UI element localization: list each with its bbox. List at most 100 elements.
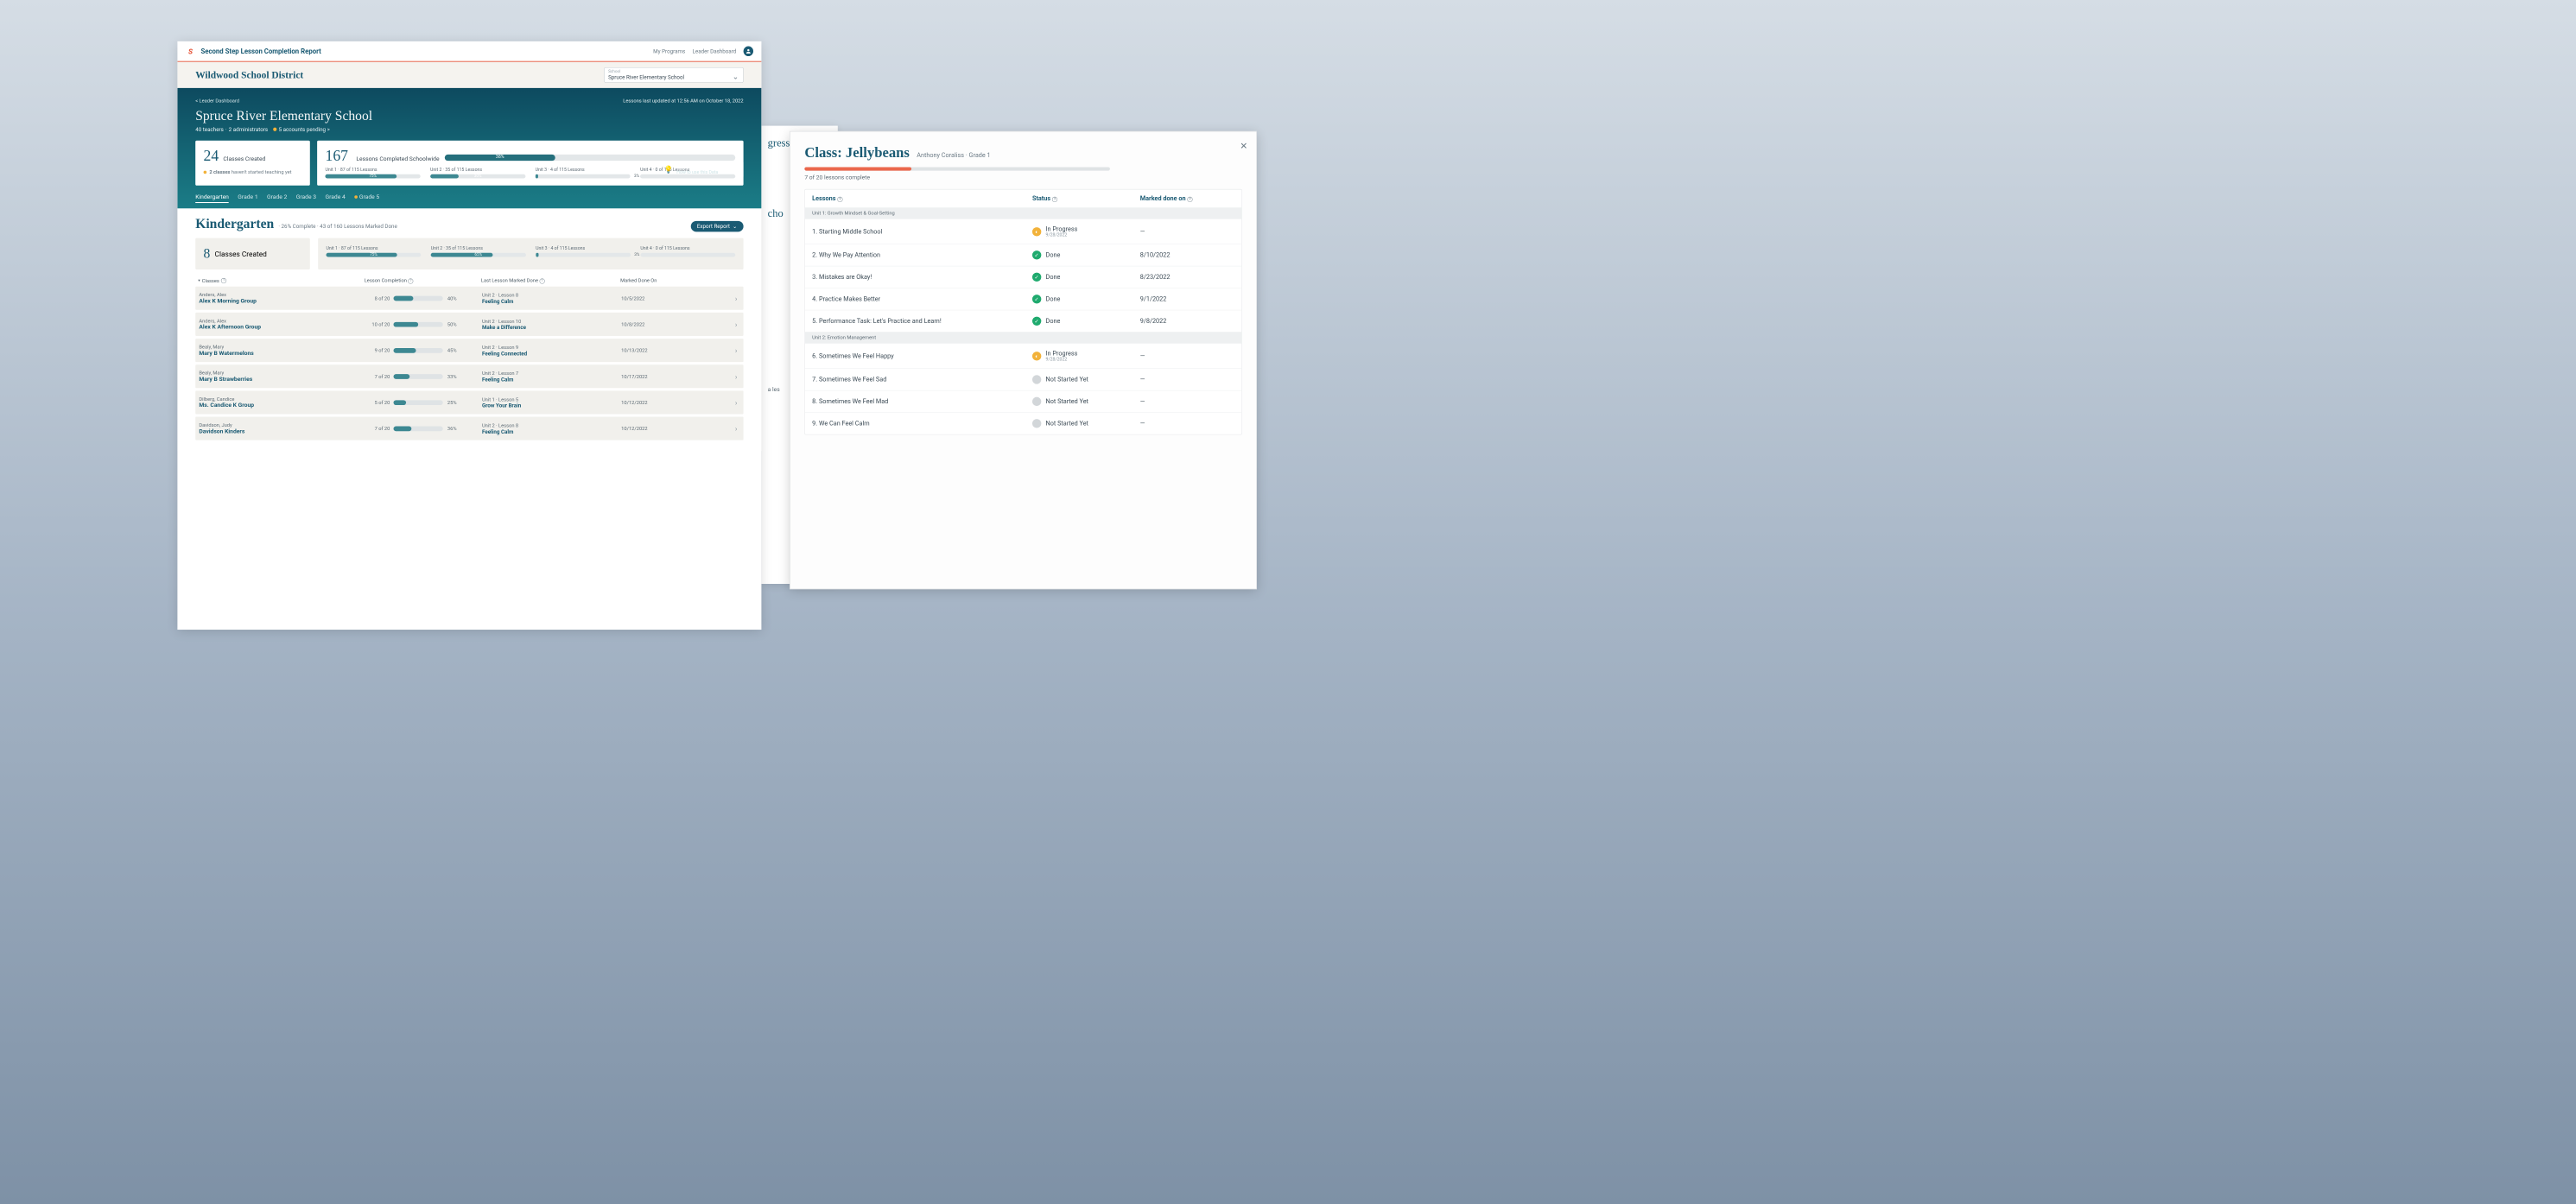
nav-my-programs[interactable]: My Programs [653,48,685,54]
last-lesson-meta: Unit 2 · Lesson 9 [482,345,621,351]
school-select-value: Spruce River Elementary School [608,74,739,80]
marked-done-date: 9/1/2022 [1140,295,1234,302]
unit-bar: 30% [430,174,525,179]
lightbulb-icon: 💡 [664,165,673,174]
lesson-row[interactable]: 8. Sometimes We Feel Mad Not Started Yet… [805,390,1241,412]
nav-leader-dashboard[interactable]: Leader Dashboard [693,48,737,54]
unit-bar: 65% [431,253,526,257]
class-detail-modal: ✕ Class: Jellybeans Anthony Coraliss · G… [790,131,1257,589]
info-icon[interactable]: ? [1052,197,1057,202]
pending-link[interactable]: 5 accounts pending > [279,126,330,132]
col-lessons: Lessons [812,195,835,202]
breadcrumb-back[interactable]: < Leader Dashboard [195,98,239,104]
lesson-row[interactable]: 3. Mistakes are Okay! ✓ Done 8/23/2022 [805,266,1241,288]
class-name: Alex K Afternoon Group [199,324,365,331]
status-icon: ◐ [1032,352,1041,360]
teacher-name: Anders, Alex [199,292,365,298]
table-row[interactable]: Anders, Alex Alex K Afternoon Group 10 o… [195,313,743,336]
user-avatar-icon[interactable] [744,47,753,56]
info-icon[interactable]: ? [1187,197,1192,202]
school-select[interactable]: School Spruce River Elementary School ⌄ [604,67,743,83]
table-row[interactable]: Davidson, Judy Davidson Kinders 7 of 20 … [195,417,743,440]
sort-caret-icon[interactable]: ▾ [198,278,200,282]
lesson-row[interactable]: 7. Sometimes We Feel Sad Not Started Yet… [805,368,1241,390]
class-name: Mary B Watermelons [199,350,365,357]
marked-date: 10/12/2022 [621,400,735,406]
table-row[interactable]: Bealy, Mary Mary B Watermelons 9 of 20 4… [195,339,743,362]
grade-meta: · 26% Complete · 43 of 160 Lessons Marke… [278,223,397,229]
unit-pct: 3% [634,174,639,178]
close-icon[interactable]: ✕ [1240,141,1247,151]
teacher-name: Bealy, Mary [199,370,365,376]
completion-of: 5 of 20 [365,400,390,406]
completion-pct: 40% [447,295,457,301]
info-icon[interactable]: ? [539,278,544,283]
col-last[interactable]: Last Lesson Marked Done [481,277,538,283]
teacher-name: Bealy, Mary [199,344,365,350]
completion-pct: 36% [447,426,457,432]
col-marked[interactable]: Marked Done On [620,277,657,283]
tab-grade-1[interactable]: Grade 1 [238,193,257,203]
chevron-down-icon: ⌄ [733,223,737,229]
col-classes[interactable]: Classes [202,278,219,284]
unit-title: Unit 1 · 87 of 115 Lessons [325,168,420,173]
class-name: Davidson Kinders [199,428,365,435]
lesson-name: 5. Performance Task: Let's Practice and … [812,318,1032,325]
updated-timestamp: Lessons last updated at 12:56 AM on Octo… [623,98,743,104]
last-lesson-title: Grow Your Brain [482,402,621,409]
table-row[interactable]: Dilberg, Candice Ms. Candice K Group 5 o… [195,390,743,414]
overall-pct: 38% [496,154,504,160]
status-date: 9/28/2022 [1046,232,1078,238]
status-label: Not Started Yet [1046,398,1088,405]
unit-bar: 3% [536,174,631,179]
status-label: In Progress [1046,350,1078,357]
table-row[interactable]: Bealy, Mary Mary B Strawberries 7 of 20 … [195,364,743,388]
lesson-row[interactable]: 6. Sometimes We Feel Happy ◐ In Progress… [805,343,1241,368]
info-icon[interactable]: ? [837,197,842,202]
tab-grade-2[interactable]: Grade 2 [267,193,287,203]
completion-of: 8 of 20 [365,295,390,301]
monitor-title: Monitor Lesson Progress [676,164,738,170]
admins-count: 2 administrators [229,126,268,132]
lesson-table: Lessons ? Status ? Marked done on ? Unit… [804,189,1241,434]
info-icon[interactable]: ? [408,278,413,283]
status-icon: ◐ [1032,227,1041,236]
brand-logo-icon: S [186,47,195,56]
tab-kindergarten[interactable]: Kindergarten [195,193,229,203]
status-label: Done [1046,251,1061,258]
class-name: Ms. Candice K Group [199,402,365,409]
lesson-row[interactable]: 4. Practice Makes Better ✓ Done 9/1/2022 [805,288,1241,309]
export-report-button[interactable]: Export Report ⌄ [691,221,744,231]
lesson-row[interactable]: 1. Starting Middle School ◐ In Progress … [805,219,1241,244]
classes-pending-text: haven't started teaching yet [230,169,291,175]
unit-progress: Unit 1 · 87 of 115 Lessons 75% [327,246,422,257]
lesson-name: 4. Practice Makes Better [812,295,1032,302]
lesson-table-header: Lessons ? Status ? Marked done on ? [805,189,1241,207]
info-icon[interactable]: ? [221,278,226,283]
lesson-row[interactable]: 9. We Can Feel Calm Not Started Yet — [805,412,1241,434]
unit-bar: 75% [325,174,420,179]
completion-of: 7 of 20 [365,373,390,379]
lesson-row[interactable]: 2. Why We Pay Attention ✓ Done 8/10/2022 [805,244,1241,265]
classes-count: 24 [204,148,219,165]
unit-progress: Unit 1 · 87 of 115 Lessons 75% [325,168,420,178]
teacher-name: Anders, Alex [199,318,365,324]
lesson-name: 7. Sometimes We Feel Sad [812,376,1032,383]
unit-bar: 3% [536,253,631,257]
tab-grade-5[interactable]: Grade 5 [354,193,379,203]
lesson-name: 1. Starting Middle School [812,228,1032,235]
status-icon [1032,397,1041,406]
table-row[interactable]: Anders, Alex Alex K Morning Group 8 of 2… [195,287,743,310]
lesson-row[interactable]: 5. Performance Task: Let's Practice and … [805,310,1241,332]
chevron-right-icon: › [735,398,738,407]
tab-grade-4[interactable]: Grade 4 [325,193,345,203]
tab-grade-3[interactable]: Grade 3 [296,193,316,203]
lesson-name: 3. Mistakes are Okay! [812,274,1032,281]
lessons-label: Lessons Completed Schoolwide [356,155,439,162]
col-completion[interactable]: Lesson Completion [365,277,407,283]
modal-title: Class: Jellybeans [804,144,910,161]
teacher-name: Dilberg, Candice [199,396,365,402]
unit-pct: 30% [474,174,482,178]
marked-date: 10/8/2022 [621,321,735,327]
unit-header: Unit 2: Emotion Management [805,332,1241,343]
